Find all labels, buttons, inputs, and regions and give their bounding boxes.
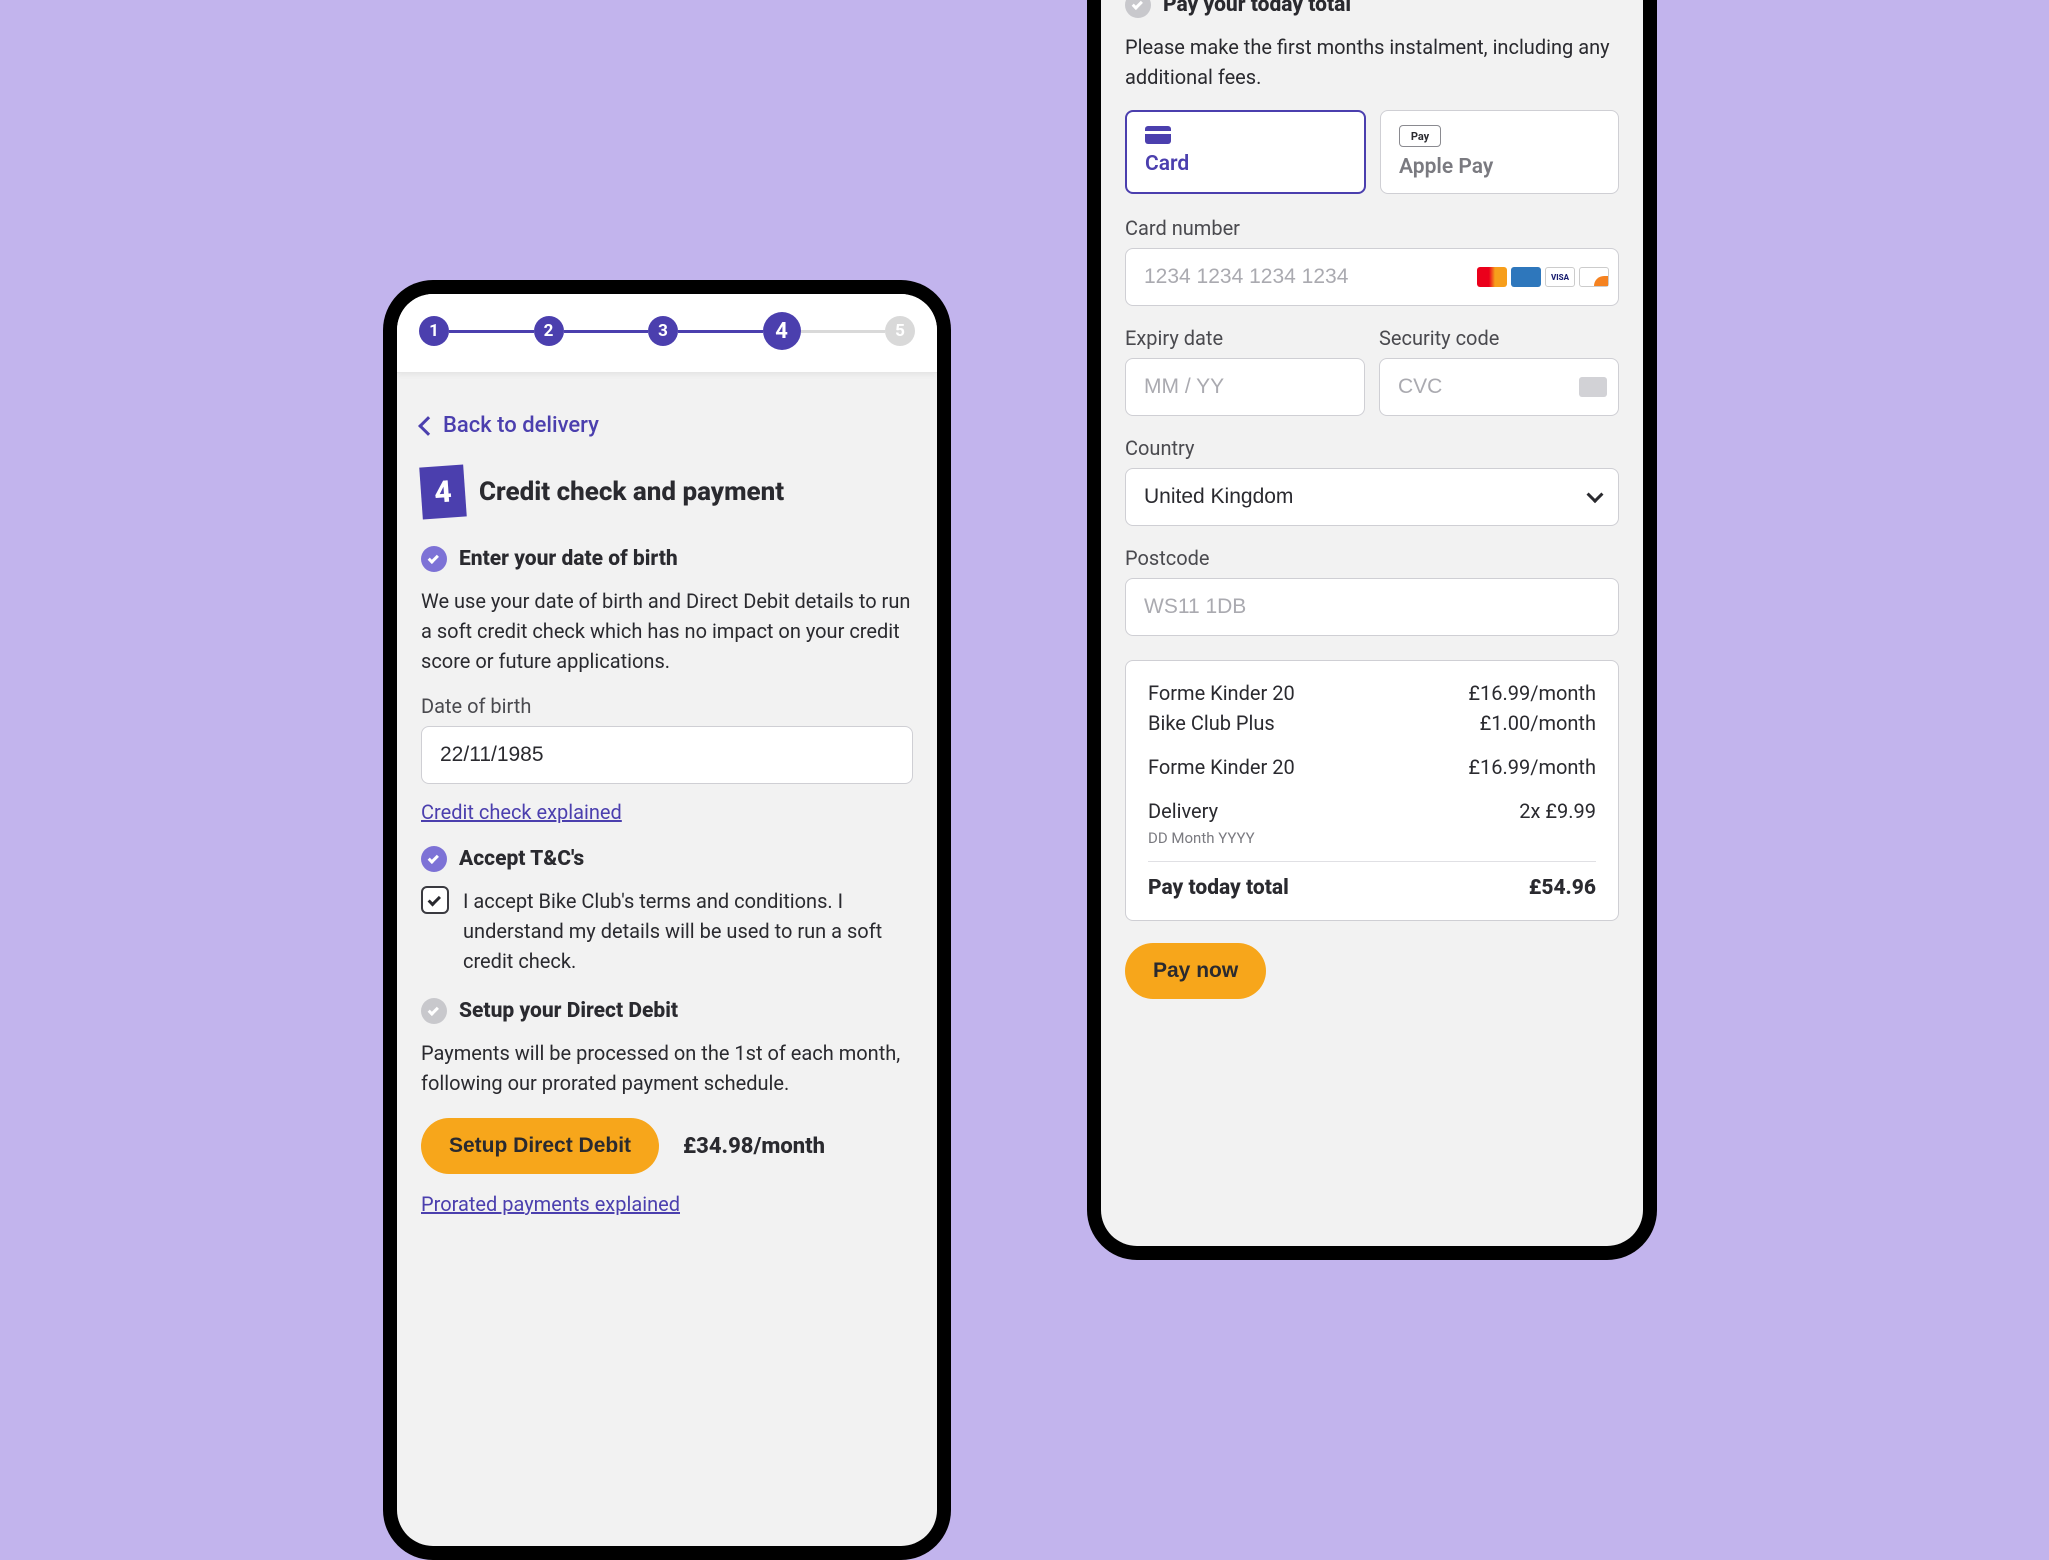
pay-method-card-label: Card: [1145, 152, 1346, 176]
check-circle-icon: [421, 998, 447, 1024]
back-to-delivery-link[interactable]: Back to delivery: [421, 413, 913, 438]
cvc-label: Security code: [1379, 326, 1619, 350]
step-line: [801, 330, 886, 333]
checkout-stepper: 1 2 3 4 5: [397, 294, 937, 373]
summary-item-label: Forme Kinder 20: [1148, 681, 1295, 705]
phone-frame-left: 1 2 3 4 5 Back to delivery 4 Credit chec…: [383, 280, 951, 1560]
summary-total: Pay today total £54.96: [1148, 876, 1596, 900]
pay-intro-text: Please make the first months instalment,…: [1125, 32, 1619, 92]
tc-checkbox-label: I accept Bike Club's terms and condition…: [463, 886, 913, 976]
order-summary: Forme Kinder 20 £16.99/month Bike Club P…: [1125, 660, 1619, 921]
dd-body-text: Payments will be processed on the 1st of…: [421, 1038, 913, 1098]
step-5-dot: 5: [885, 316, 915, 346]
card-icon: [1145, 126, 1171, 144]
step-line: [449, 330, 534, 333]
expiry-label: Expiry date: [1125, 326, 1365, 350]
step-number-badge: 4: [419, 465, 467, 520]
check-circle-icon: [1125, 0, 1151, 18]
accept-tc-checkbox[interactable]: [421, 886, 449, 914]
phone-screen-right: Pay your today total Please make the fir…: [1101, 0, 1643, 1246]
card-number-label: Card number: [1125, 216, 1619, 240]
summary-total-label: Pay today total: [1148, 876, 1289, 900]
summary-item-price: £1.00/month: [1480, 711, 1596, 735]
step-1-dot[interactable]: 1: [419, 316, 449, 346]
dob-body-text: We use your date of birth and Direct Deb…: [421, 586, 913, 676]
summary-divider: [1148, 861, 1596, 862]
summary-delivery: Delivery 2x £9.99: [1148, 799, 1596, 823]
expiry-input[interactable]: [1125, 358, 1365, 416]
pay-method-apple-label: Apple Pay: [1399, 155, 1600, 179]
summary-total-price: £54.96: [1529, 876, 1596, 900]
check-circle-icon: [421, 546, 447, 572]
summary-item-label: Bike Club Plus: [1148, 711, 1275, 735]
prorated-payments-link[interactable]: Prorated payments explained: [421, 1192, 680, 1216]
cvc-card-icon: [1579, 377, 1607, 397]
page-title: Credit check and payment: [479, 477, 784, 507]
dd-monthly-amount: £34.98/month: [683, 1134, 825, 1159]
setup-direct-debit-button[interactable]: Setup Direct Debit: [421, 1118, 659, 1174]
dob-input[interactable]: [421, 726, 913, 784]
phone-frame-right: Pay your today total Please make the fir…: [1087, 0, 1657, 1260]
summary-delivery-label: Delivery: [1148, 799, 1218, 823]
summary-line: Forme Kinder 20 £16.99/month: [1148, 681, 1596, 705]
amex-icon: [1511, 267, 1541, 287]
back-link-label: Back to delivery: [443, 413, 599, 438]
step-3-dot[interactable]: 3: [648, 316, 678, 346]
summary-delivery-price: 2x £9.99: [1519, 799, 1596, 823]
step-4-dot[interactable]: 4: [763, 312, 801, 350]
summary-line: Forme Kinder 20 £16.99/month: [1148, 755, 1596, 779]
pay-today-title: Pay your today total: [1163, 0, 1351, 17]
dob-field-label: Date of birth: [421, 694, 913, 718]
pay-now-button[interactable]: Pay now: [1125, 943, 1266, 999]
country-label: Country: [1125, 436, 1619, 460]
pay-method-apple-pay[interactable]: Pay Apple Pay: [1380, 110, 1619, 194]
dob-section-title: Enter your date of birth: [459, 547, 678, 571]
step-line: [678, 330, 763, 333]
visa-icon: [1545, 267, 1575, 287]
tc-section-title: Accept T&C's: [459, 847, 584, 871]
discover-icon: [1579, 267, 1609, 287]
phone-screen-left: 1 2 3 4 5 Back to delivery 4 Credit chec…: [397, 294, 937, 1546]
summary-item-price: £16.99/month: [1468, 681, 1596, 705]
dd-section-title: Setup your Direct Debit: [459, 999, 678, 1023]
country-select[interactable]: [1125, 468, 1619, 526]
postcode-label: Postcode: [1125, 546, 1619, 570]
check-icon: [428, 893, 441, 906]
summary-item-price: £16.99/month: [1468, 755, 1596, 779]
step-2-dot[interactable]: 2: [534, 316, 564, 346]
postcode-input[interactable]: [1125, 578, 1619, 636]
summary-item-label: Forme Kinder 20: [1148, 755, 1295, 779]
mastercard-icon: [1477, 267, 1507, 287]
check-circle-icon: [421, 846, 447, 872]
step-line: [564, 330, 649, 333]
credit-check-explained-link[interactable]: Credit check explained: [421, 800, 622, 824]
apple-pay-icon: Pay: [1399, 125, 1441, 147]
summary-line: Bike Club Plus £1.00/month: [1148, 711, 1596, 735]
card-brand-icons: [1477, 267, 1609, 287]
pay-method-card[interactable]: Card: [1125, 110, 1366, 194]
chevron-left-icon: [418, 416, 438, 436]
summary-delivery-date: DD Month YYYY: [1148, 829, 1596, 847]
